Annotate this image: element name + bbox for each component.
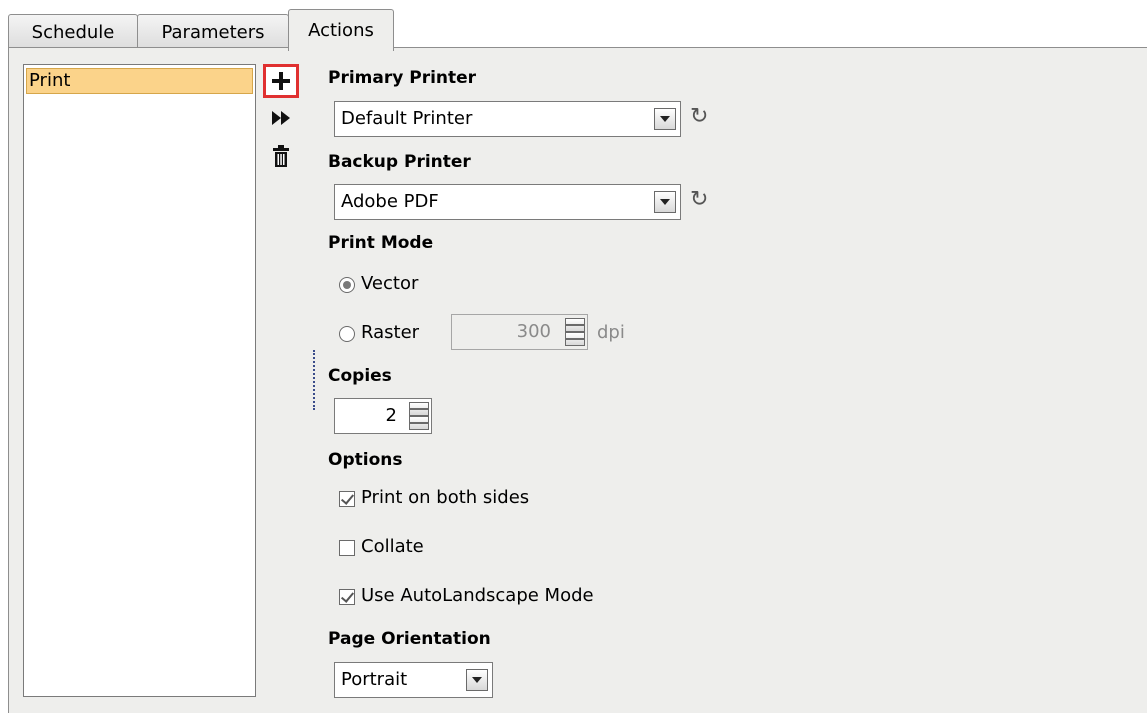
chevron-down-icon[interactable]: [466, 669, 488, 691]
copies-spinner[interactable]: 2: [334, 398, 432, 434]
copies-stepper-buttons[interactable]: [409, 402, 429, 430]
refresh-icon[interactable]: ↻: [690, 187, 708, 212]
spin-up-icon[interactable]: [565, 318, 585, 332]
primary-printer-value: Default Printer: [341, 108, 473, 129]
tab-parameters-label: Parameters: [161, 22, 265, 43]
chevron-down-icon[interactable]: [654, 191, 676, 213]
autolandscape-label: Use AutoLandscape Mode: [361, 585, 594, 606]
splitter-handle[interactable]: [313, 350, 315, 410]
both-sides-label: Print on both sides: [361, 487, 530, 508]
backup-printer-label: Backup Printer: [328, 152, 471, 172]
vector-label: Vector: [361, 273, 419, 294]
backup-printer-select[interactable]: Adobe PDF: [334, 184, 681, 220]
options-label: Options: [328, 450, 403, 470]
autolandscape-checkbox[interactable]: [339, 589, 355, 605]
dpi-spinner[interactable]: 300: [451, 314, 588, 350]
spin-up-icon[interactable]: [409, 402, 429, 416]
dpi-stepper-buttons[interactable]: [565, 318, 585, 346]
run-action-button[interactable]: [269, 106, 293, 130]
list-item-label: Print: [29, 70, 71, 91]
spin-down-icon[interactable]: [565, 332, 585, 346]
both-sides-checkbox[interactable]: [339, 491, 355, 507]
copies-label: Copies: [328, 366, 392, 386]
raster-radio[interactable]: [339, 326, 355, 342]
chevron-down-icon[interactable]: [654, 108, 676, 130]
raster-label: Raster: [361, 322, 420, 343]
actions-list[interactable]: Print: [23, 64, 256, 697]
add-action-button[interactable]: [263, 64, 299, 98]
page-orientation-value: Portrait: [341, 669, 408, 690]
spin-down-icon[interactable]: [409, 416, 429, 430]
primary-printer-label: Primary Printer: [328, 68, 477, 88]
backup-printer-value: Adobe PDF: [341, 191, 439, 212]
fast-forward-icon: [272, 111, 290, 125]
page-orientation-label: Page Orientation: [328, 629, 491, 649]
collate-label: Collate: [361, 536, 424, 557]
tab-schedule-label: Schedule: [31, 22, 115, 43]
tab-actions[interactable]: Actions: [288, 9, 394, 51]
collate-checkbox[interactable]: [339, 540, 355, 556]
primary-printer-select[interactable]: Default Printer: [334, 101, 681, 137]
tab-actions-label: Actions: [308, 20, 374, 41]
refresh-icon[interactable]: ↻: [690, 104, 708, 129]
list-item[interactable]: Print: [26, 68, 253, 94]
dpi-unit-label: dpi: [597, 322, 625, 343]
vector-radio[interactable]: [339, 277, 355, 293]
delete-action-button[interactable]: [269, 144, 293, 168]
plus-icon: [272, 72, 290, 90]
dpi-value: 300: [516, 321, 551, 342]
trash-icon: [273, 145, 289, 167]
print-mode-label: Print Mode: [328, 233, 434, 253]
tab-schedule[interactable]: Schedule: [8, 14, 138, 50]
copies-value: 2: [385, 405, 397, 426]
tab-parameters[interactable]: Parameters: [137, 14, 289, 50]
page-orientation-select[interactable]: Portrait: [334, 662, 493, 698]
